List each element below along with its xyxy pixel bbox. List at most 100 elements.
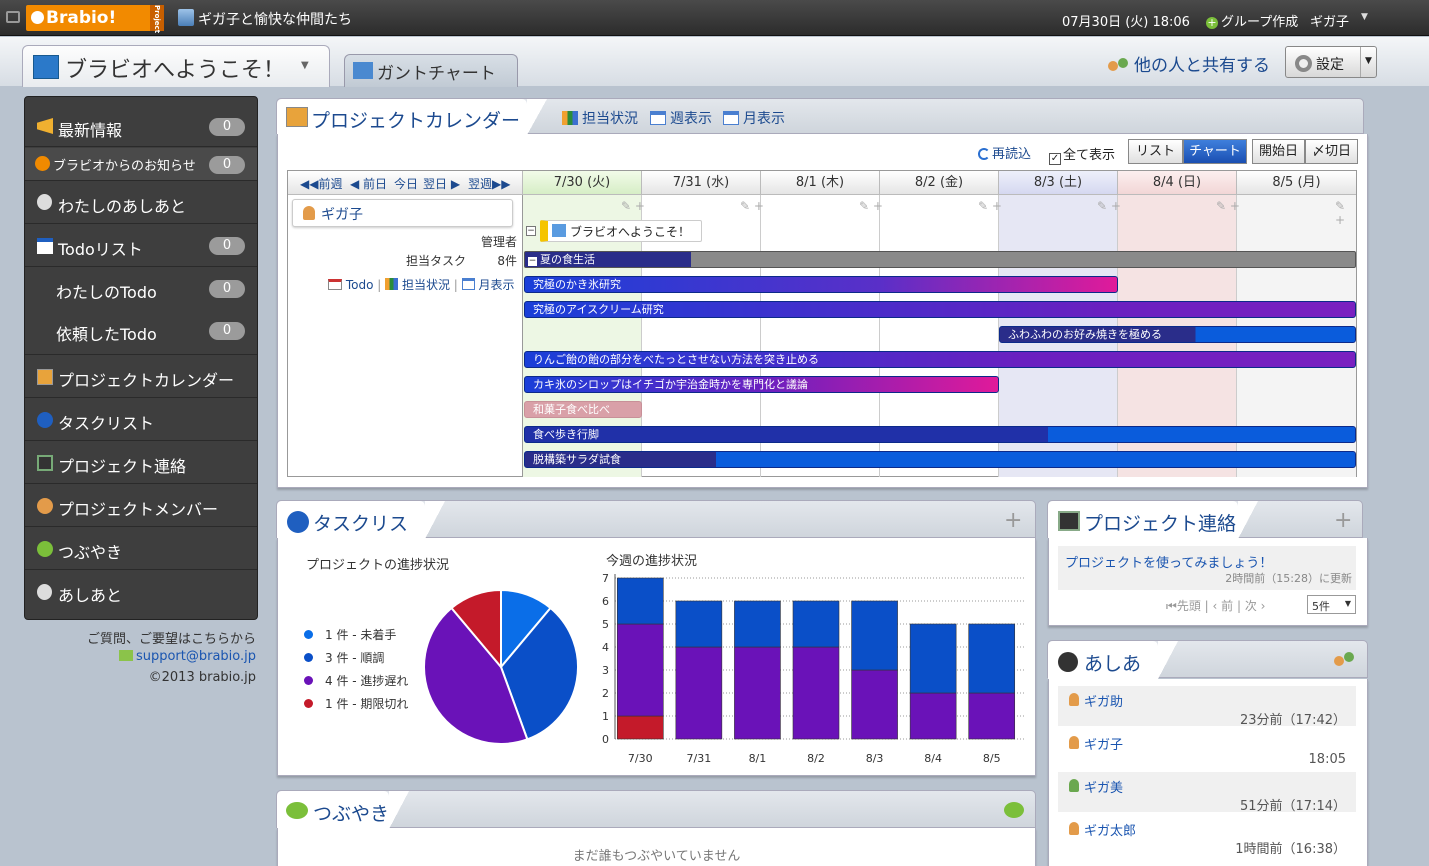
settings-button[interactable]: 設定 ▼ — [1285, 46, 1377, 78]
calendar-title-tab[interactable]: プロジェクトカレンダー — [277, 99, 527, 135]
chevron-down-icon[interactable]: ▼ — [1365, 56, 1372, 66]
gantt-bar[interactable]: 脱構築サラダ試食 — [524, 451, 1356, 468]
project-name: ブラビオへようこそ！ — [570, 225, 691, 239]
create-group-button[interactable]: + グループ作成 — [1206, 11, 1298, 30]
gantt-bar[interactable]: カキ氷のシロップはイチゴか宇治金時かを専門化と議論 — [524, 376, 999, 393]
gantt-bar[interactable]: 食べ歩き行脚 — [524, 426, 1356, 443]
board-icon — [1058, 511, 1080, 531]
y-tick-label: 0 — [602, 733, 609, 746]
add-contact-button[interactable]: + — [1334, 508, 1352, 533]
view-list-button[interactable]: リスト — [1128, 139, 1183, 164]
day-header[interactable]: 8/4 (日) — [1118, 171, 1237, 195]
footprints-title-tab[interactable]: あしあと — [1048, 641, 1158, 702]
tab-month-view[interactable]: 月表示 — [723, 108, 785, 128]
sidebar-item-tasklist[interactable]: タスクリスト — [25, 399, 257, 441]
tab-week-view[interactable]: 週表示 — [650, 108, 712, 128]
day-header[interactable]: 8/3 (土) — [999, 171, 1118, 195]
next-page-link[interactable]: 次 › — [1245, 599, 1266, 613]
day-header[interactable]: 7/31 (水) — [642, 171, 761, 195]
reload-label: 再読込 — [992, 147, 1032, 162]
gantt-bar[interactable]: ふわふわのお好み焼きを極める — [999, 326, 1356, 343]
menu-icon[interactable] — [6, 11, 20, 23]
add-icon[interactable]: ✎ + — [1216, 199, 1240, 213]
tweets-title-tab[interactable]: つぶやき — [277, 791, 389, 829]
footprint-item[interactable]: ギガ美 51分前（17:14） — [1058, 772, 1356, 814]
y-tick-label: 7 — [602, 572, 609, 585]
add-icon[interactable]: ✎ + — [621, 199, 645, 213]
tab-welcome[interactable]: ブラビオへようこそ！ ▼ — [22, 45, 330, 87]
sidebar-item-requested-todo[interactable]: 依頼したTodo 0 — [25, 310, 257, 355]
brabio-logo[interactable]: Brabio! Project — [26, 5, 164, 33]
next-week-link[interactable]: 翌週▶▶ — [468, 175, 510, 192]
prev-week-link[interactable]: ◀◀前週 — [300, 175, 342, 192]
first-page-link[interactable]: ⏮先頭 — [1166, 599, 1201, 613]
day-header[interactable]: 7/30 (火) — [523, 171, 642, 195]
members-icon[interactable] — [1334, 650, 1356, 670]
sidebar-item-project-calendar[interactable]: プロジェクトカレンダー — [25, 356, 257, 398]
tab-assignment[interactable]: 担当状況 — [562, 108, 638, 128]
footprint-name[interactable]: ギガ美 — [1084, 777, 1123, 796]
add-task-button[interactable]: + — [1004, 508, 1022, 533]
tasklist-title-tab[interactable]: タスクリスト — [277, 501, 425, 562]
support-email-link[interactable]: support@brabio.jp — [136, 649, 256, 664]
add-icon[interactable]: ✎ + — [859, 199, 883, 213]
footprint-name[interactable]: ギガ子 — [1084, 734, 1123, 753]
day-header[interactable]: 8/5 (月) — [1237, 171, 1356, 195]
day-header[interactable]: 8/2 (金) — [880, 171, 999, 195]
add-icon[interactable]: ✎ + — [1097, 199, 1121, 213]
project-label[interactable]: ブラビオへようこそ！ — [540, 220, 702, 242]
month-view-link[interactable]: 月表示 — [461, 278, 515, 292]
group-name[interactable]: ギガ子と愉快な仲間たち — [198, 9, 352, 29]
sidebar-item-todo[interactable]: Todoリスト 0 — [25, 225, 257, 267]
sidebar-item-tweets[interactable]: つぶやき — [25, 528, 257, 570]
contact-item-time: 2時間前（15:28）に更新 — [1225, 572, 1352, 585]
sort-start-button[interactable]: 開始日 — [1252, 139, 1305, 164]
contact-title-tab[interactable]: プロジェクト連絡 — [1048, 501, 1238, 539]
checkbox[interactable]: ✓ — [1049, 153, 1061, 165]
footprint-item[interactable]: ギガ太郎 1時間前（16:38） — [1058, 815, 1356, 857]
footprint-item[interactable]: ギガ助 23分前（17:42） — [1058, 686, 1356, 728]
member-card[interactable]: ギガ子 — [292, 199, 513, 227]
today-link[interactable]: 今日 — [394, 175, 418, 192]
sidebar-item-news[interactable]: 最新情報 0 — [25, 107, 257, 147]
sidebar-item-my-todo[interactable]: わたしのTodo 0 — [25, 268, 257, 310]
show-all-checkbox[interactable]: ✓ 全て表示 — [1049, 144, 1115, 165]
gantt-bar[interactable]: 究極のアイスクリーム研究 — [524, 301, 1356, 318]
speech-bubble-icon[interactable] — [1004, 802, 1024, 818]
sidebar-item-my-footprints[interactable]: わたしのあしあと — [25, 182, 257, 224]
next-day-link[interactable]: 翌日 ▶ — [423, 175, 460, 192]
gantt-bar[interactable]: 和菓子食べ比べ — [524, 401, 642, 418]
sidebar-item-footprints[interactable]: あしあと — [25, 571, 257, 613]
prev-page-link[interactable]: ‹ 前 — [1213, 599, 1234, 613]
sort-deadline-button[interactable]: 〆切日 — [1305, 139, 1358, 164]
footprint-name[interactable]: ギガ助 — [1084, 691, 1123, 710]
tab-gantt[interactable]: ガントチャート — [344, 54, 518, 87]
sidebar-item-notice[interactable]: ブラビオからのお知らせ 0 — [25, 148, 257, 181]
contact-item[interactable]: プロジェクトを使ってみましょう！ 2時間前（15:28）に更新 — [1058, 546, 1356, 590]
chevron-down-icon[interactable]: ▼ — [1361, 12, 1368, 22]
footprint-icon — [37, 584, 52, 600]
contact-item-title[interactable]: プロジェクトを使ってみましょう！ — [1065, 552, 1272, 571]
todo-link[interactable]: Todo — [328, 278, 373, 292]
chevron-down-icon[interactable]: ▼ — [301, 60, 309, 71]
assignment-link[interactable]: 担当状況 — [385, 278, 450, 292]
add-icon[interactable]: ✎ + — [1335, 199, 1356, 227]
add-icon[interactable]: ✎ + — [740, 199, 764, 213]
gantt-bar[interactable]: 究極のかき氷研究 — [524, 276, 1118, 293]
footprint-name[interactable]: ギガ太郎 — [1084, 820, 1136, 839]
sidebar-item-project-contact[interactable]: プロジェクト連絡 — [25, 442, 257, 484]
view-chart-button[interactable]: チャート — [1183, 139, 1247, 164]
per-page-select[interactable]: 5件 ▼ — [1307, 595, 1356, 614]
day-header[interactable]: 8/1 (木) — [761, 171, 880, 195]
gantt-bar[interactable]: りんご飴の飴の部分をべたっとさせない方法を突き止める — [524, 351, 1356, 368]
reload-button[interactable]: 再読込 — [978, 143, 1031, 162]
collapse-toggle[interactable]: − — [526, 226, 536, 236]
user-menu[interactable]: ギガ子 — [1310, 11, 1349, 30]
collapse-toggle[interactable]: − — [528, 257, 537, 266]
share-button[interactable]: 他の人と共有する — [1108, 51, 1270, 76]
gantt-bar-parent[interactable]: − 夏の食生活 — [524, 251, 1356, 268]
add-icon[interactable]: ✎ + — [978, 199, 1002, 213]
prev-day-link[interactable]: ◀ 前日 — [350, 175, 387, 192]
footprint-item[interactable]: ギガ子 18:05 — [1058, 729, 1356, 769]
sidebar-item-project-members[interactable]: プロジェクトメンバー — [25, 485, 257, 527]
